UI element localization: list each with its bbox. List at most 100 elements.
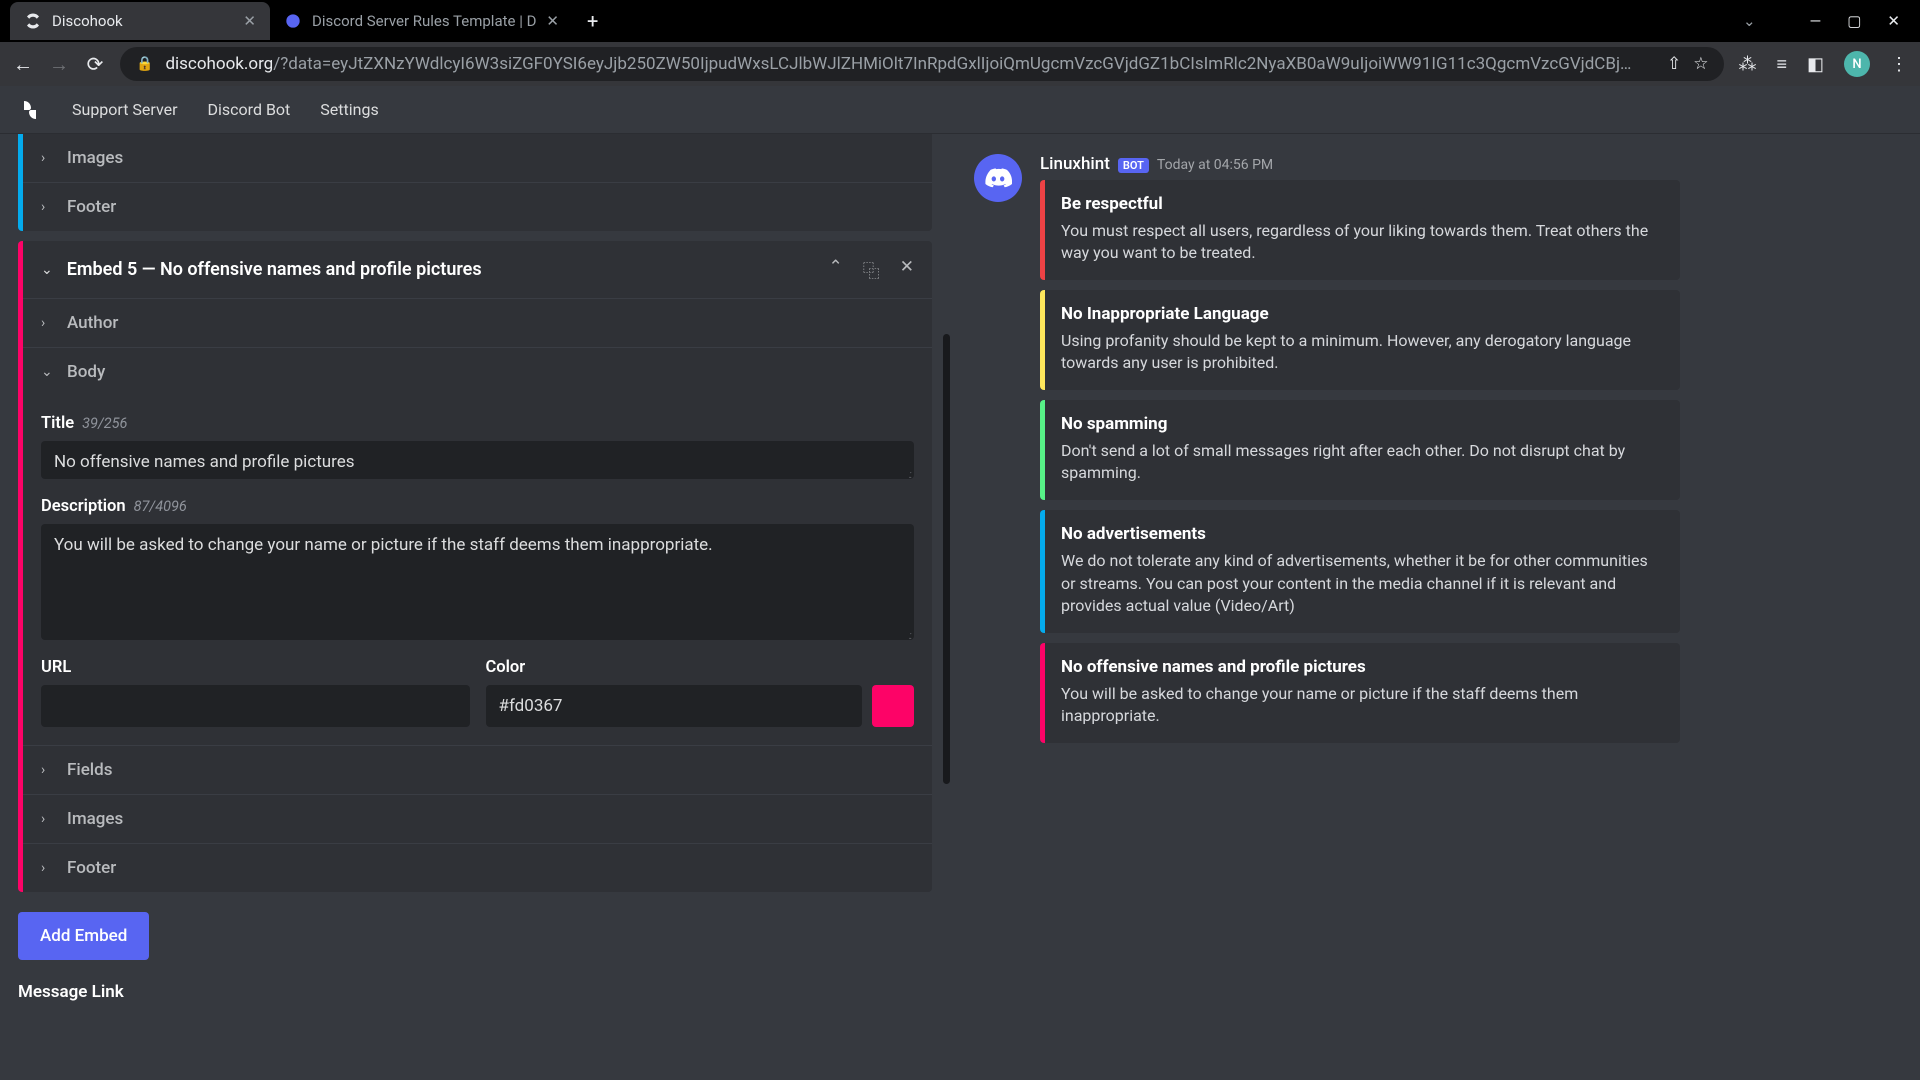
url-label: URL — [41, 658, 71, 677]
new-tab-button[interactable]: + — [573, 9, 612, 33]
preview-embed: No advertisementsWe do not tolerate any … — [1040, 510, 1680, 632]
section-fields[interactable]: › Fields — [23, 745, 932, 794]
bot-badge: BOT — [1118, 158, 1149, 173]
preview-timestamp: Today at 04:56 PM — [1157, 157, 1273, 173]
chevron-right-icon: › — [41, 150, 53, 166]
preview-embed-title: No offensive names and profile pictures — [1061, 657, 1662, 677]
url-color-row: URL Color — [41, 658, 914, 727]
nav-settings[interactable]: Settings — [320, 100, 378, 119]
embed-card-previous: › Images › Footer — [18, 134, 932, 231]
close-icon[interactable]: ✕ — [900, 257, 914, 282]
description-count: 87/4096 — [134, 498, 187, 515]
preview-embed-desc: You must respect all users, regardless o… — [1061, 220, 1662, 264]
browser-tab-active[interactable]: Discohook ✕ — [10, 2, 270, 40]
embed-title: Embed 5 — No offensive names and profile… — [67, 259, 815, 280]
duplicate-icon[interactable]: ⿻ — [863, 257, 880, 282]
forward-button[interactable]: → — [48, 52, 70, 77]
reload-button[interactable]: ⟳ — [84, 52, 106, 76]
preview-avatar — [974, 154, 1022, 202]
preview-embed: No spammingDon't send a lot of small mes… — [1040, 400, 1680, 500]
scrollbar[interactable] — [943, 134, 950, 1080]
minimize-icon[interactable]: ― — [1810, 12, 1822, 30]
preview-pane: Linuxhint BOT Today at 04:56 PM Be respe… — [950, 134, 1920, 1080]
embed-header[interactable]: ⌄ Embed 5 — No offensive names and profi… — [23, 241, 932, 298]
field-description: Description 87/4096 .: — [41, 497, 914, 644]
nav-discord-bot[interactable]: Discord Bot — [208, 100, 291, 119]
section-footer[interactable]: › Footer — [23, 182, 932, 231]
extensions-icon[interactable]: ⁂ — [1738, 54, 1756, 75]
scrollbar-thumb[interactable] — [943, 334, 950, 784]
chevron-right-icon: › — [41, 315, 53, 331]
app-body: › Images › Footer ⌄ Embed 5 — No offensi… — [0, 134, 1920, 1080]
embed-actions: ⌃ ⿻ ✕ — [829, 257, 915, 282]
chevron-right-icon: › — [41, 762, 53, 778]
browser-tab-inactive[interactable]: Discord Server Rules Template | D ✕ — [270, 2, 573, 40]
collapse-icon[interactable]: ⌃ — [829, 257, 843, 282]
browser-chrome: Discohook ✕ Discord Server Rules Templat… — [0, 0, 1920, 86]
url-input[interactable] — [41, 685, 470, 727]
color-swatch[interactable] — [872, 685, 914, 727]
url-bar[interactable]: 🔒 discohook.org/?data=eyJtZXNzYWdlcyI6W3… — [120, 47, 1724, 81]
title-count: 39/256 — [82, 415, 127, 432]
nav-support-server[interactable]: Support Server — [72, 100, 178, 119]
url-text: discohook.org/?data=eyJtZXNzYWdlcyI6W3si… — [165, 54, 1631, 74]
color-label: Color — [486, 658, 526, 677]
body-section: Title 39/256 .: Description 87/4096 — [23, 396, 932, 745]
share-icon[interactable]: ⇧ — [1667, 54, 1681, 74]
description-label: Description — [41, 497, 126, 516]
section-footer[interactable]: › Footer — [23, 843, 932, 892]
chevron-right-icon: › — [41, 199, 53, 215]
tab-title: Discohook — [52, 12, 123, 30]
editor-pane: › Images › Footer ⌄ Embed 5 — No offensi… — [0, 134, 950, 1080]
url-bar-row: ← → ⟳ 🔒 discohook.org/?data=eyJtZXNzYWdl… — [0, 42, 1920, 86]
chevron-right-icon: › — [41, 860, 53, 876]
star-icon[interactable]: ☆ — [1693, 54, 1708, 74]
maximize-icon[interactable]: ▢ — [1847, 12, 1861, 30]
preview-embed: No Inappropriate Language Using profanity… — [1040, 290, 1680, 390]
add-embed-button[interactable]: Add Embed — [18, 912, 149, 960]
preview-embed-desc: You will be asked to change your name or… — [1061, 683, 1662, 727]
close-window-icon[interactable]: ✕ — [1887, 12, 1900, 30]
window-controls: ⌄ ― ▢ ✕ — [1743, 12, 1920, 30]
discohook-logo-icon[interactable] — [18, 98, 42, 122]
tab-bar: Discohook ✕ Discord Server Rules Templat… — [0, 0, 1920, 42]
back-button[interactable]: ← — [12, 52, 34, 77]
lock-icon: 🔒 — [136, 56, 153, 72]
preview-embed-title: No Inappropriate Language — [1061, 304, 1662, 324]
section-body[interactable]: ⌄ Body — [23, 347, 932, 396]
description-input[interactable] — [41, 524, 914, 640]
close-icon[interactable]: ✕ — [546, 12, 559, 30]
preview-username: Linuxhint — [1040, 154, 1110, 174]
color-input[interactable] — [486, 685, 863, 727]
preview-header: Linuxhint BOT Today at 04:56 PM — [1040, 154, 1680, 174]
embed-card-5: ⌄ Embed 5 — No offensive names and profi… — [18, 241, 932, 892]
reading-list-icon[interactable]: ≡ — [1776, 54, 1787, 75]
sidepanel-icon[interactable]: ◧ — [1807, 54, 1824, 75]
profile-avatar[interactable]: N — [1844, 51, 1870, 77]
chevron-right-icon: › — [41, 811, 53, 827]
preview-embed-title: Be respectful — [1061, 194, 1662, 214]
message-link-label: Message Link — [18, 982, 932, 1002]
section-images[interactable]: › Images — [23, 134, 932, 182]
preview-message: Linuxhint BOT Today at 04:56 PM Be respe… — [974, 154, 1896, 753]
field-title: Title 39/256 .: — [41, 414, 914, 483]
title-input[interactable] — [41, 441, 914, 479]
preview-embed: No offensive names and profile pictures Y… — [1040, 643, 1680, 743]
app: Support Server Discord Bot Settings › Im… — [0, 86, 1920, 1080]
close-icon[interactable]: ✕ — [243, 12, 256, 30]
section-author[interactable]: › Author — [23, 298, 932, 347]
menu-icon[interactable]: ⋮ — [1890, 54, 1908, 75]
preview-embed-title: No spamming — [1061, 414, 1662, 434]
preview-embed-desc: Using profanity should be kept to a mini… — [1061, 330, 1662, 374]
discord-logo-icon — [984, 168, 1012, 188]
title-label: Title — [41, 414, 74, 433]
chevron-down-icon[interactable]: ⌄ — [1743, 12, 1756, 30]
chevron-down-icon: ⌄ — [41, 364, 53, 380]
app-header: Support Server Discord Bot Settings — [0, 86, 1920, 134]
preview-content: Linuxhint BOT Today at 04:56 PM Be respe… — [1040, 154, 1680, 753]
tab-title: Discord Server Rules Template | D — [312, 12, 536, 30]
preview-embed: Be respectful You must respect all users,… — [1040, 180, 1680, 280]
preview-embed-title: No advertisements — [1061, 524, 1662, 544]
section-images[interactable]: › Images — [23, 794, 932, 843]
toolbar-icons: ⁂ ≡ ◧ N ⋮ — [1738, 51, 1908, 77]
